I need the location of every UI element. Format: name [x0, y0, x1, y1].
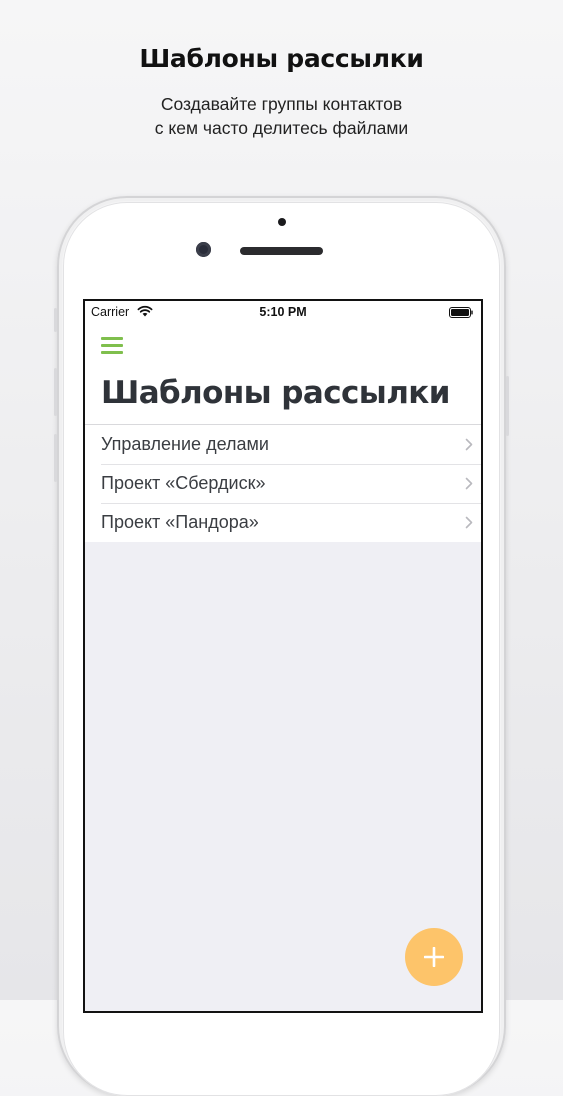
- volume-down-button: [54, 434, 57, 482]
- mute-switch: [54, 308, 57, 332]
- plus-icon: [424, 947, 444, 967]
- page-title: Шаблоны рассылки: [101, 375, 450, 411]
- chevron-right-icon: [465, 477, 473, 490]
- hamburger-menu-icon[interactable]: [101, 336, 123, 354]
- chevron-right-icon: [465, 516, 473, 529]
- proximity-sensor: [278, 218, 286, 226]
- add-template-button[interactable]: [405, 928, 463, 986]
- promo-subtitle: Создавайте группы контактов с кем часто …: [0, 92, 563, 140]
- power-button: [506, 376, 509, 436]
- status-bar: Carrier 5:10 PM: [85, 301, 481, 323]
- chevron-right-icon: [465, 438, 473, 451]
- app-screen: Carrier 5:10 PM Шаблоны рассылки Управле…: [83, 299, 483, 1013]
- list-item[interactable]: Управление делами: [85, 425, 481, 464]
- volume-up-button: [54, 368, 57, 416]
- front-camera: [196, 242, 211, 257]
- navigation-header: Шаблоны рассылки: [85, 323, 481, 425]
- battery-icon: [449, 307, 473, 318]
- earpiece-speaker: [240, 247, 323, 255]
- list-item-label: Проект «Пандора»: [101, 512, 259, 532]
- list-item[interactable]: Проект «Пандора»: [85, 503, 481, 542]
- promo-title: Шаблоны рассылки: [139, 44, 424, 73]
- status-time: 5:10 PM: [259, 305, 307, 319]
- list-item[interactable]: Проект «Сбердиск»: [85, 464, 481, 503]
- templates-list: Управление делами Проект «Сбердиск» Прое…: [85, 425, 481, 542]
- list-item-label: Управление делами: [101, 434, 269, 454]
- promo-subtitle-line-1: Создавайте группы контактов: [160, 94, 403, 114]
- list-item-label: Проект «Сбердиск»: [101, 473, 266, 493]
- promo-subtitle-line-2: с кем часто делитесь файлами: [154, 118, 409, 138]
